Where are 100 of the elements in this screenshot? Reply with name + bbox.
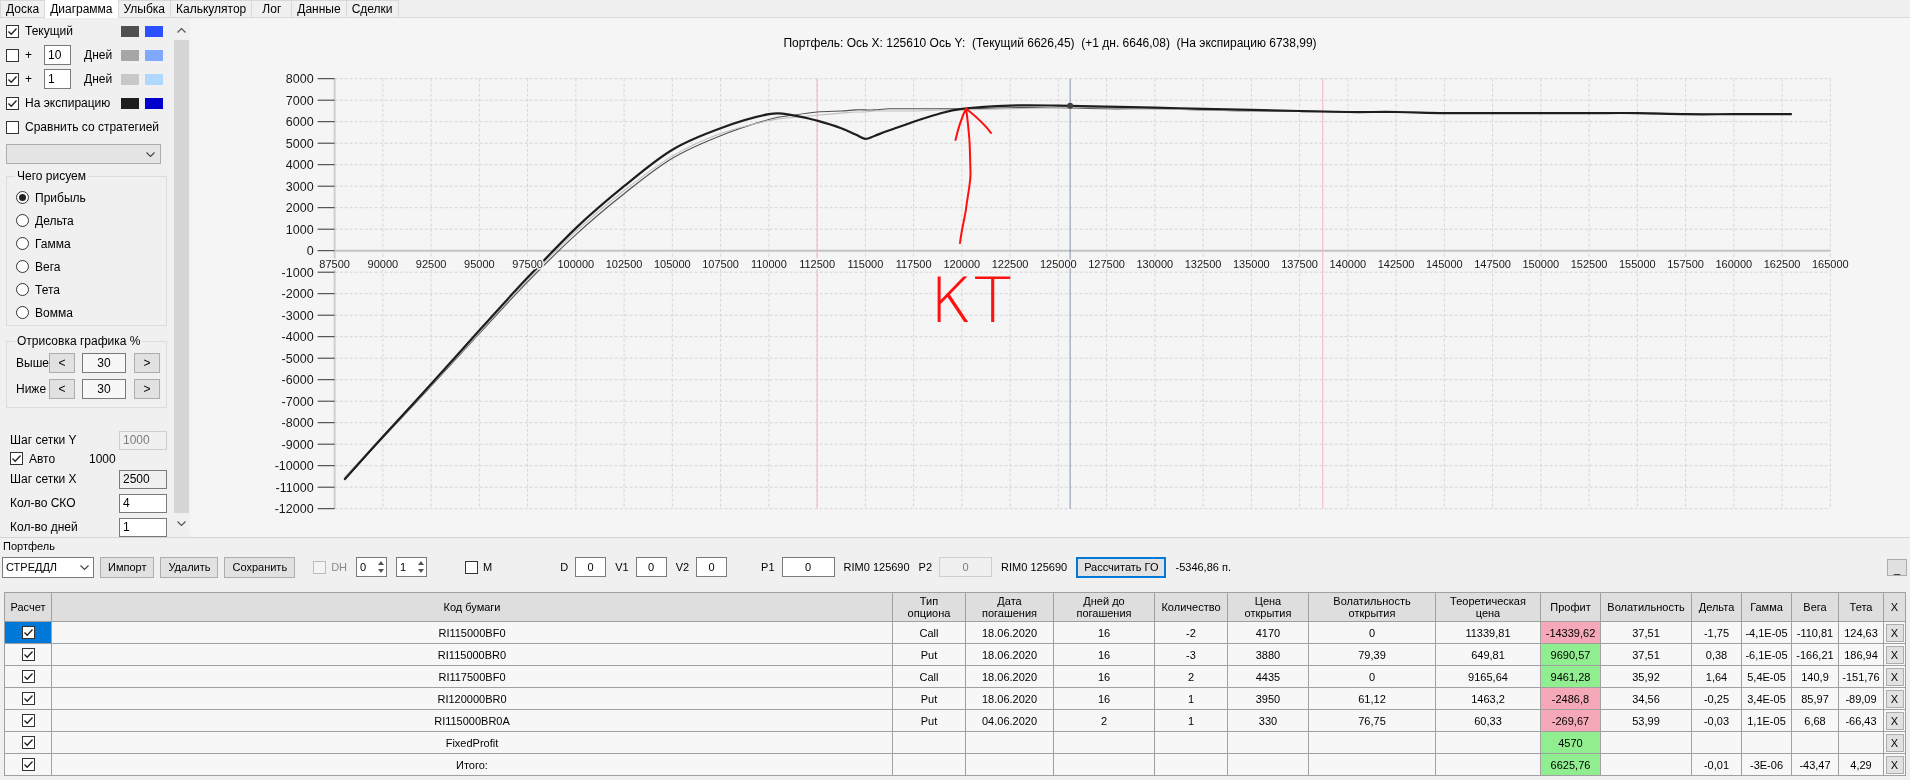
- table-cell[interactable]: [4, 753, 52, 776]
- input-field[interactable]: 0: [781, 557, 835, 577]
- spin-arrows-icon[interactable]: [377, 559, 386, 575]
- column-header[interactable]: Дельта: [1691, 592, 1742, 622]
- remove-button[interactable]: X: [1885, 645, 1904, 664]
- table-cell[interactable]: [4, 687, 52, 710]
- toolbar-button[interactable]: Импорт: [100, 556, 155, 578]
- table-cell: FixedProfit: [51, 731, 893, 754]
- column-header[interactable]: X: [1883, 592, 1906, 622]
- tab[interactable]: Калькулятор: [170, 0, 253, 17]
- table-cell[interactable]: [4, 665, 52, 688]
- strategy-combo[interactable]: СТРЕДДЛ: [2, 556, 94, 578]
- checkbox[interactable]: [6, 24, 19, 38]
- color-swatch[interactable]: [145, 49, 163, 61]
- group-title: Отрисовка графика %: [15, 334, 143, 348]
- column-header[interactable]: Тип опциона: [892, 592, 966, 622]
- table-cell[interactable]: [4, 643, 52, 666]
- column-header[interactable]: Вега: [1791, 592, 1839, 622]
- radio-label: Дельта: [35, 213, 74, 228]
- spin-arrows-icon[interactable]: [417, 559, 426, 575]
- y-tick-label: -4000: [281, 330, 314, 345]
- radio-button[interactable]: [16, 214, 29, 227]
- toolbar-button[interactable]: Сохранить: [224, 556, 296, 578]
- x-tick-label: 87500: [319, 257, 350, 270]
- x-tick-label: 150000: [1522, 257, 1560, 270]
- column-header[interactable]: Тета: [1838, 592, 1884, 622]
- column-header[interactable]: Расчет: [4, 592, 52, 622]
- column-header[interactable]: Гамма: [1741, 592, 1792, 622]
- table-cell[interactable]: [4, 731, 52, 754]
- remove-button[interactable]: X: [1885, 755, 1904, 774]
- setting-field[interactable]: 2500: [119, 469, 167, 489]
- tab[interactable]: Диаграмма: [44, 0, 119, 18]
- checkbox[interactable]: [10, 452, 23, 465]
- column-header[interactable]: Теоретическая цена: [1435, 592, 1541, 622]
- input-field[interactable]: 0: [575, 557, 607, 577]
- column-header[interactable]: Код бумаги: [51, 592, 893, 622]
- color-swatch[interactable]: [121, 97, 139, 109]
- field-label: V2: [675, 561, 690, 573]
- checkbox[interactable]: [21, 692, 35, 706]
- tab[interactable]: Сделки: [345, 0, 399, 17]
- column-header[interactable]: Цена открытия: [1227, 592, 1309, 622]
- toolbar-button[interactable]: Рассчитать ГО: [1076, 556, 1167, 578]
- column-header[interactable]: Профит: [1540, 592, 1601, 622]
- input-field[interactable]: 0: [635, 557, 667, 577]
- table-cell[interactable]: [4, 709, 52, 732]
- scrollbar-thumb[interactable]: [174, 40, 189, 513]
- color-swatch[interactable]: [121, 49, 139, 61]
- checkbox[interactable]: [6, 96, 19, 110]
- radio-button[interactable]: [16, 306, 29, 319]
- remove-button[interactable]: X: [1885, 623, 1904, 642]
- column-header[interactable]: Дней до погашения: [1053, 592, 1155, 622]
- checkbox[interactable]: [21, 714, 35, 728]
- setting-field[interactable]: 4: [119, 493, 167, 513]
- increase-button[interactable]: >: [134, 379, 160, 399]
- radio-button[interactable]: [16, 237, 29, 250]
- color-swatch[interactable]: [121, 25, 139, 37]
- radio-button[interactable]: [16, 191, 29, 204]
- checkbox[interactable]: [6, 120, 19, 134]
- checkbox[interactable]: [21, 626, 35, 640]
- increase-button[interactable]: >: [134, 353, 160, 373]
- tab[interactable]: Данные: [291, 0, 347, 17]
- radio-button[interactable]: [16, 260, 29, 273]
- setting-field[interactable]: 1: [119, 517, 167, 537]
- remove-button[interactable]: X: [1885, 689, 1904, 708]
- radio-button[interactable]: [16, 283, 29, 296]
- remove-button[interactable]: X: [1885, 667, 1904, 686]
- minimize-button[interactable]: _: [1887, 558, 1907, 576]
- column-header[interactable]: Волатильность открытия: [1308, 592, 1436, 622]
- x-tick-label: 157500: [1667, 257, 1704, 270]
- checkbox[interactable]: [21, 736, 35, 750]
- decrease-button[interactable]: <: [49, 379, 75, 399]
- info-text: -5346,86 п.: [1175, 561, 1231, 573]
- x-tick-label: 100000: [557, 257, 595, 270]
- toolbar-button[interactable]: Удалить: [160, 556, 219, 578]
- decrease-button[interactable]: <: [49, 353, 75, 373]
- column-header[interactable]: Дата погашения: [965, 592, 1054, 622]
- checkbox[interactable]: [21, 648, 35, 662]
- checkbox[interactable]: [21, 758, 35, 772]
- column-header[interactable]: Волатильность: [1600, 592, 1692, 622]
- table-cell[interactable]: [4, 621, 52, 644]
- checkbox[interactable]: [6, 72, 19, 86]
- days-input[interactable]: 10: [44, 45, 71, 65]
- spin-field[interactable]: 1: [396, 557, 428, 577]
- remove-button[interactable]: X: [1885, 711, 1904, 730]
- checkbox[interactable]: [6, 48, 19, 62]
- days-input[interactable]: 1: [44, 69, 71, 89]
- tab[interactable]: Доска: [0, 0, 46, 17]
- color-swatch[interactable]: [145, 25, 163, 37]
- remove-button[interactable]: X: [1885, 733, 1904, 752]
- x-tick-label: 107500: [702, 257, 739, 270]
- color-swatch[interactable]: [121, 73, 139, 85]
- column-header[interactable]: Количество: [1154, 592, 1228, 622]
- range-value-field[interactable]: 30: [82, 353, 126, 373]
- checkbox[interactable]: [465, 560, 479, 574]
- checkbox[interactable]: [21, 670, 35, 684]
- input-field[interactable]: 0: [696, 557, 728, 577]
- color-swatch[interactable]: [145, 73, 163, 85]
- color-swatch[interactable]: [145, 97, 163, 109]
- spin-field[interactable]: 0: [356, 557, 388, 577]
- range-value-field[interactable]: 30: [82, 379, 126, 399]
